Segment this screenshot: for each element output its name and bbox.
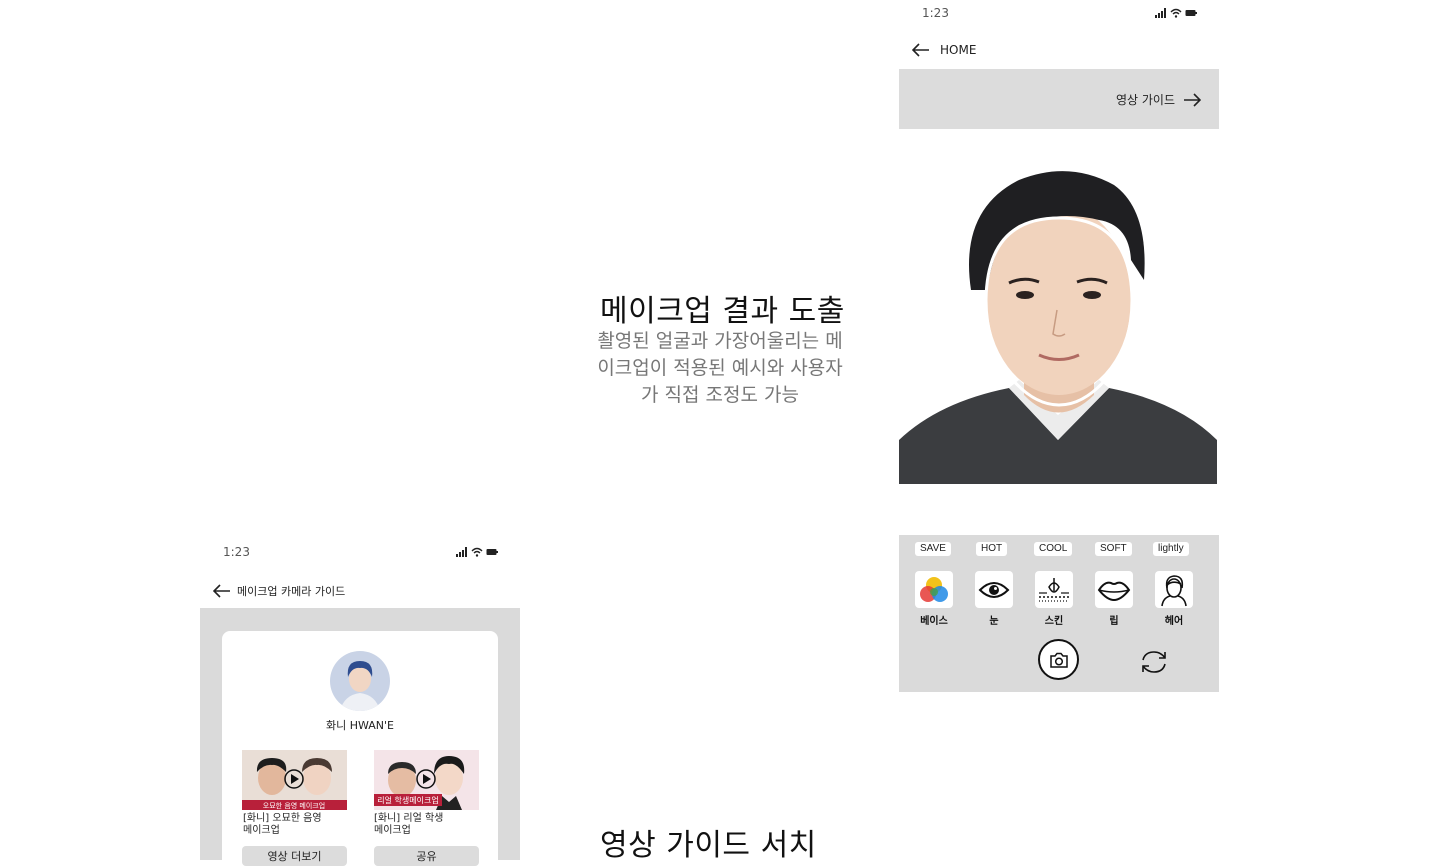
more-videos-button[interactable]: 영상 더보기 <box>242 846 347 866</box>
preset-save-chip[interactable]: SAVE <box>915 542 951 556</box>
left-nav-title: 메이크업 카메라 가이드 <box>237 585 346 598</box>
share-button[interactable]: 공유 <box>374 846 479 866</box>
signal-icon <box>1155 8 1166 18</box>
skin-icon <box>1039 577 1069 602</box>
makeup-control-panel: SAVE HOT COOL SOFT lightly 베이스 눈 스킨 립 헤어 <box>899 535 1219 692</box>
avatar[interactable] <box>330 651 390 711</box>
battery-icon <box>486 549 498 555</box>
video-thumbnail[interactable]: 리얼 학생메이크업 <box>374 750 479 810</box>
video-thumbnail[interactable]: 오묘한 음영 메이크업 <box>242 750 347 810</box>
status-icons <box>1155 8 1197 18</box>
wifi-icon <box>471 547 483 557</box>
preset-soft-chip[interactable]: SOFT <box>1095 542 1132 556</box>
guide-bar: 영상 가이드 <box>899 69 1219 129</box>
signal-icon <box>456 547 467 557</box>
nav-title: HOME <box>940 43 977 57</box>
camera-icon <box>1049 652 1068 668</box>
eye-icon <box>978 581 1010 598</box>
battery-icon <box>1185 10 1197 16</box>
preset-hot-chip[interactable]: HOT <box>976 542 1008 556</box>
left-status-icons <box>456 547 498 557</box>
video-caption: [화니] 리얼 학생 메이크업 <box>374 813 444 836</box>
thumbnail-image: 오묘한 음영 메이크업 <box>242 750 347 810</box>
preset-lightly-chip[interactable]: lightly <box>1153 542 1189 556</box>
tool-lips-label: 립 <box>1109 616 1119 627</box>
lips-icon <box>1097 581 1131 601</box>
result-title: 메이크업 결과 도출 <box>600 294 845 329</box>
tool-base[interactable]: 베이스 <box>915 571 953 627</box>
thumb-banner-text: 리얼 학생메이크업 <box>377 795 438 805</box>
left-nav-bar: 메이크업 카메라 가이드 <box>213 583 345 599</box>
tool-lips[interactable]: 립 <box>1095 571 1133 627</box>
tool-base-label: 베이스 <box>920 616 948 627</box>
tool-eye[interactable]: 눈 <box>975 571 1013 627</box>
tool-skin-label: 스킨 <box>1044 616 1064 627</box>
arrow-right-icon <box>1184 92 1201 107</box>
video-caption: [화니] 오묘한 음영 메이크업 <box>243 813 322 836</box>
thumbnail-image: 리얼 학생메이크업 <box>374 750 479 810</box>
tool-skin[interactable]: 스킨 <box>1035 571 1073 627</box>
tool-hair[interactable]: 헤어 <box>1155 571 1193 627</box>
capture-button[interactable] <box>1038 639 1079 680</box>
preset-cool-chip[interactable]: COOL <box>1034 542 1073 556</box>
creator-name: 화니 HWAN'E <box>325 719 394 732</box>
result-description: 촬영된 얼굴과 가장어울리는 메이크업이 적용된 예시와 사용자가 직접 조정도… <box>597 330 843 406</box>
switch-camera-icon[interactable] <box>1139 648 1169 676</box>
creator-card: 화니 HWAN'E 오묘한 음영 메이크업 리얼 학생메이크업 [화니] 오묘한… <box>222 631 498 866</box>
tool-hair-label: 헤어 <box>1164 616 1184 627</box>
tool-eye-label: 눈 <box>989 616 999 627</box>
nav-bar: HOME <box>912 43 976 57</box>
video-guide-link[interactable]: 영상 가이드 <box>1116 91 1201 108</box>
portrait-image <box>899 171 1217 484</box>
status-time: 1:23 <box>922 6 949 20</box>
color-palette-icon <box>920 576 948 602</box>
search-title: 영상 가이드 서치 <box>600 828 817 863</box>
video-guide-label: 영상 가이드 <box>1115 93 1175 107</box>
face-camera-preview <box>899 140 1217 484</box>
thumb-banner-text: 오묘한 음영 메이크업 <box>263 801 325 810</box>
left-status-time: 1:23 <box>223 545 250 559</box>
back-arrow-icon[interactable] <box>213 584 231 598</box>
hair-icon <box>1161 574 1187 606</box>
wifi-icon <box>1170 8 1182 18</box>
avatar-image <box>330 651 390 711</box>
back-arrow-icon[interactable] <box>912 43 930 57</box>
